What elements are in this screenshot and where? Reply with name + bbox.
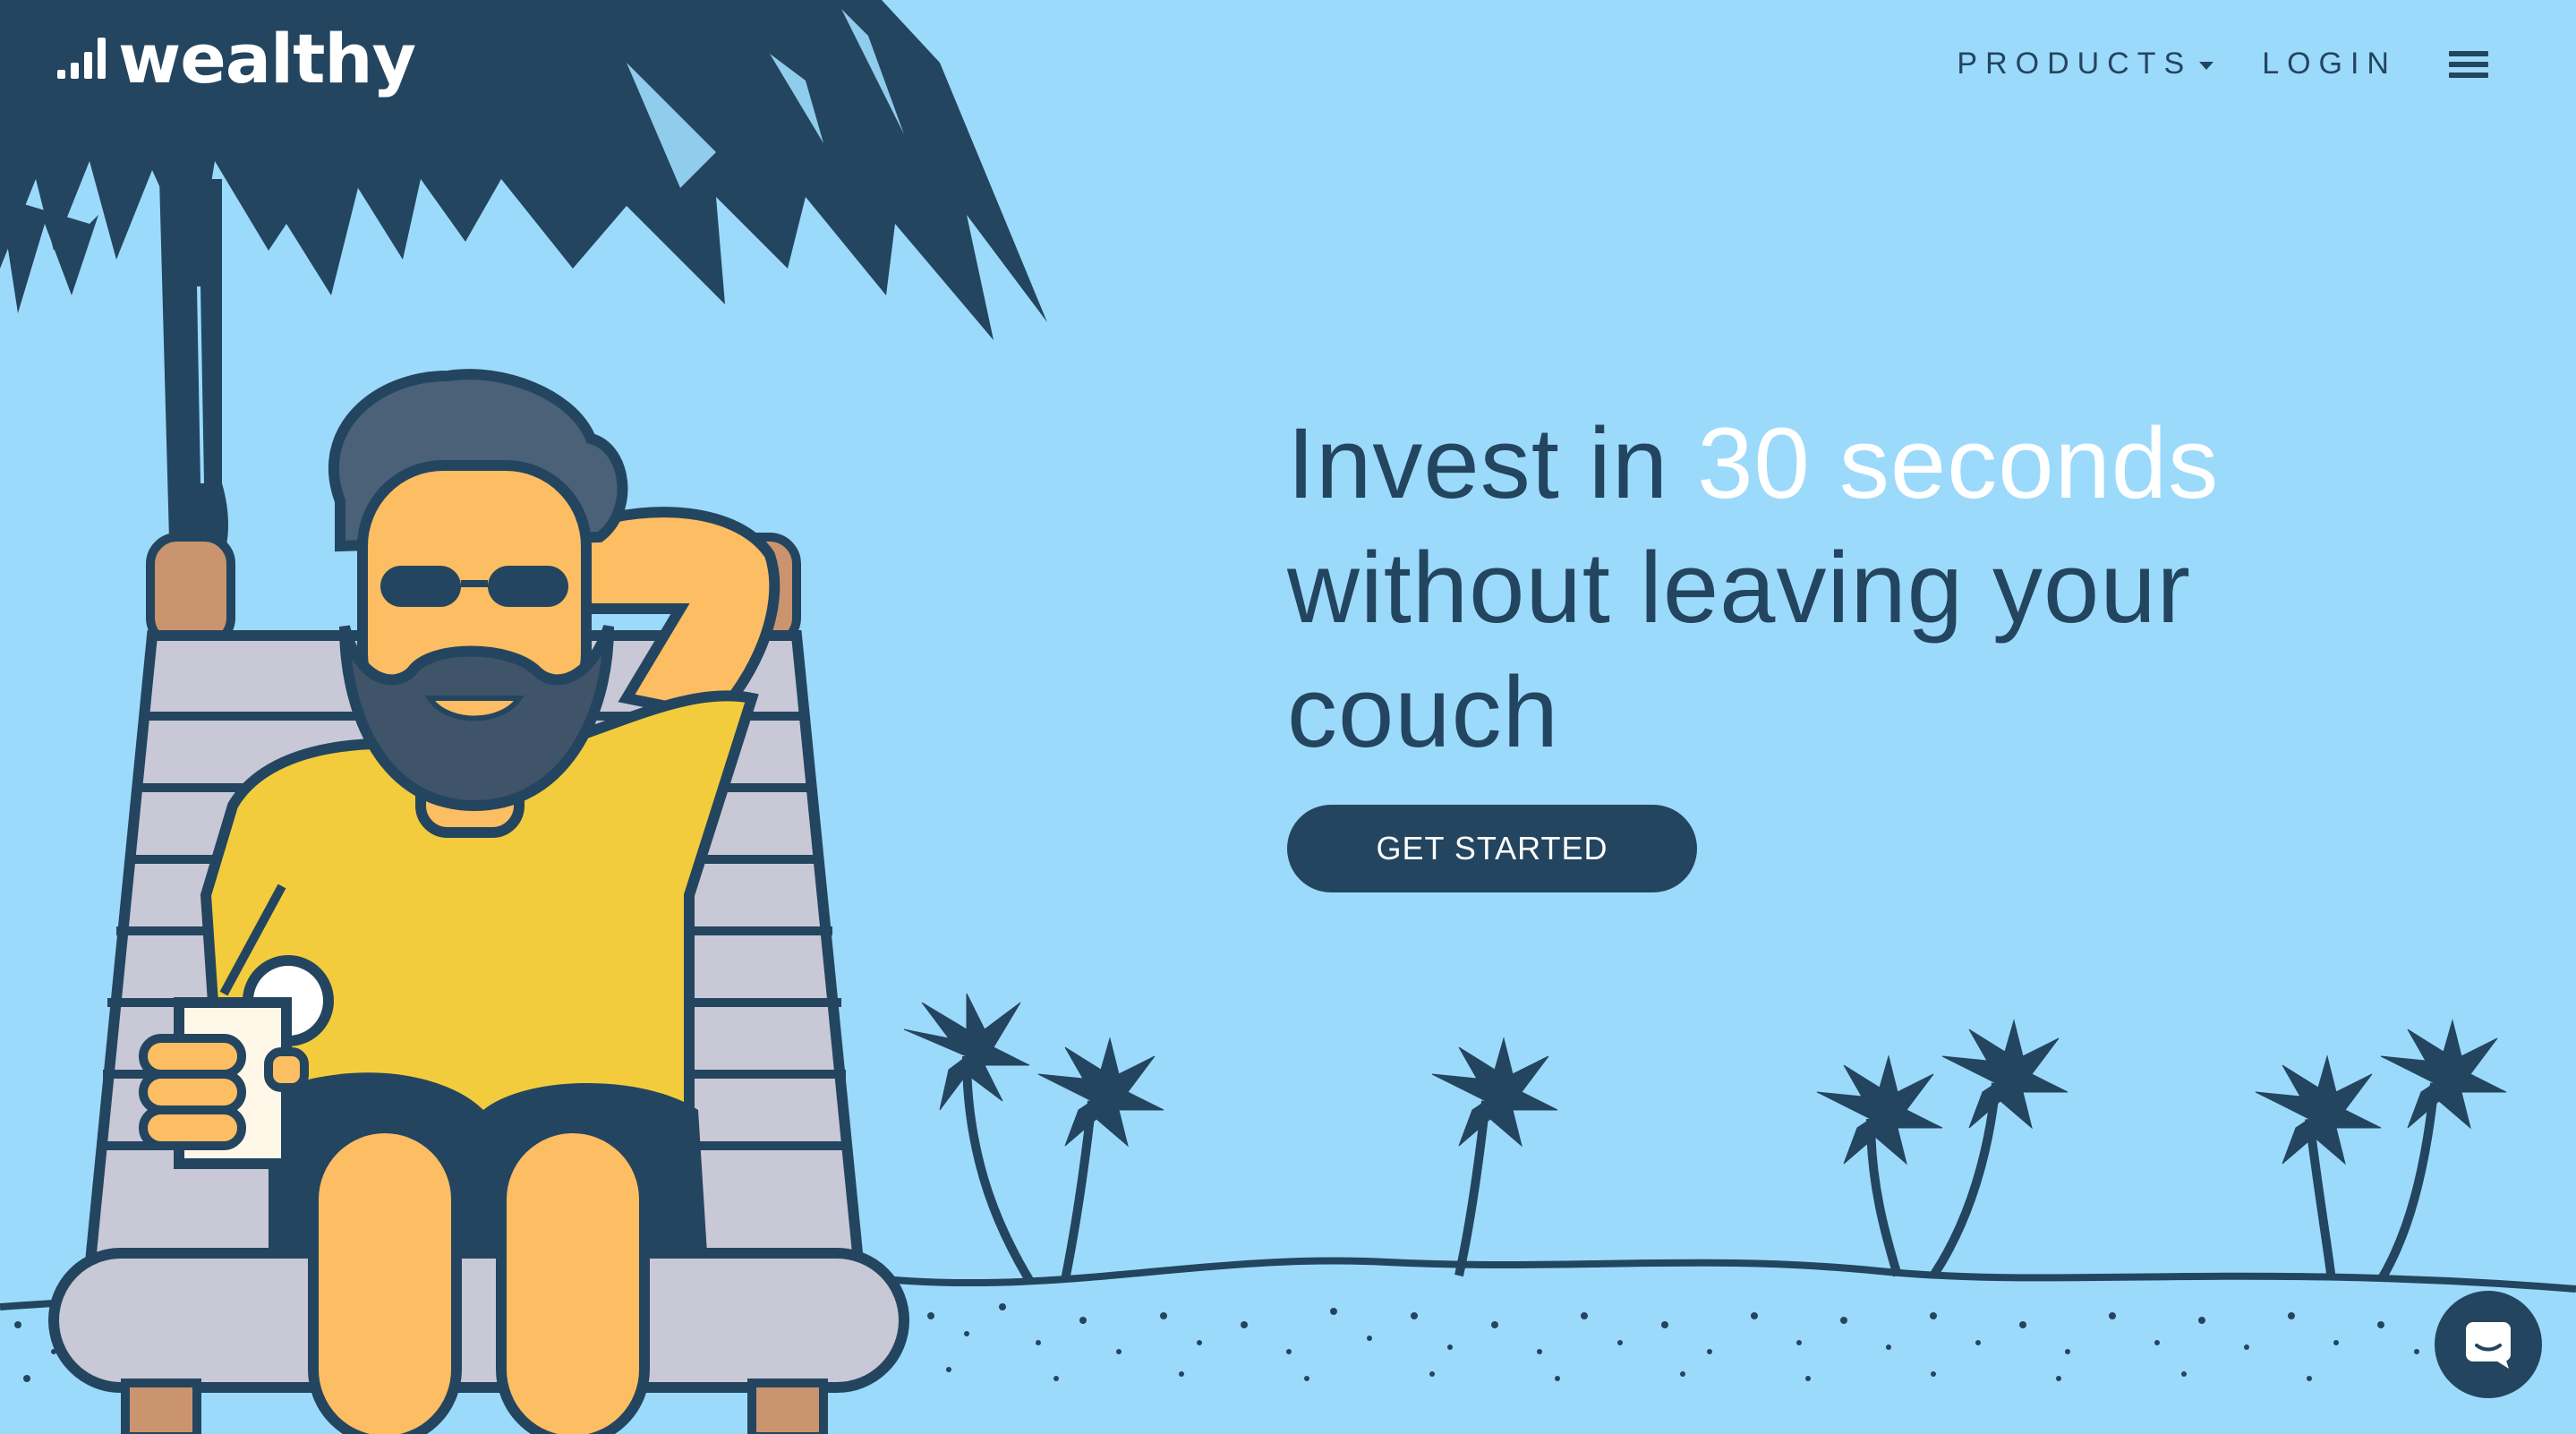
hero-title: Invest in 30 seconds without leaving you… (1287, 401, 2316, 774)
get-started-button[interactable]: GET STARTED (1287, 805, 1697, 892)
products-label: PRODUCTS (1957, 47, 2193, 81)
hero-title-part3: couch (1287, 656, 1559, 768)
hero-title-part2: without leaving your (1287, 532, 2191, 644)
wealthy-logo[interactable]: wealthy (57, 19, 416, 98)
chat-icon (2466, 1322, 2511, 1369)
login-label: LOGIN (2262, 47, 2397, 81)
products-dropdown[interactable]: PRODUCTS (1957, 47, 2214, 81)
hero-title-part1: Invest in (1287, 407, 1698, 519)
hero-section: Invest in 30 seconds without leaving you… (1287, 401, 2316, 892)
top-nav: PRODUCTS LOGIN (1957, 47, 2488, 81)
hero-title-highlight: 30 seconds (1697, 407, 2220, 519)
login-link[interactable]: LOGIN (2262, 47, 2397, 81)
chevron-down-icon (2199, 62, 2214, 70)
hamburger-menu-icon[interactable] (2449, 50, 2488, 78)
palm-trees (903, 993, 2507, 1283)
landing-page: wealthy PRODUCTS LOGIN Invest in 30 seco… (0, 0, 2576, 1434)
chat-launcher-button[interactable] (2435, 1291, 2542, 1398)
logo-bars-icon (57, 25, 106, 79)
logo-text: wealthy (118, 19, 416, 98)
